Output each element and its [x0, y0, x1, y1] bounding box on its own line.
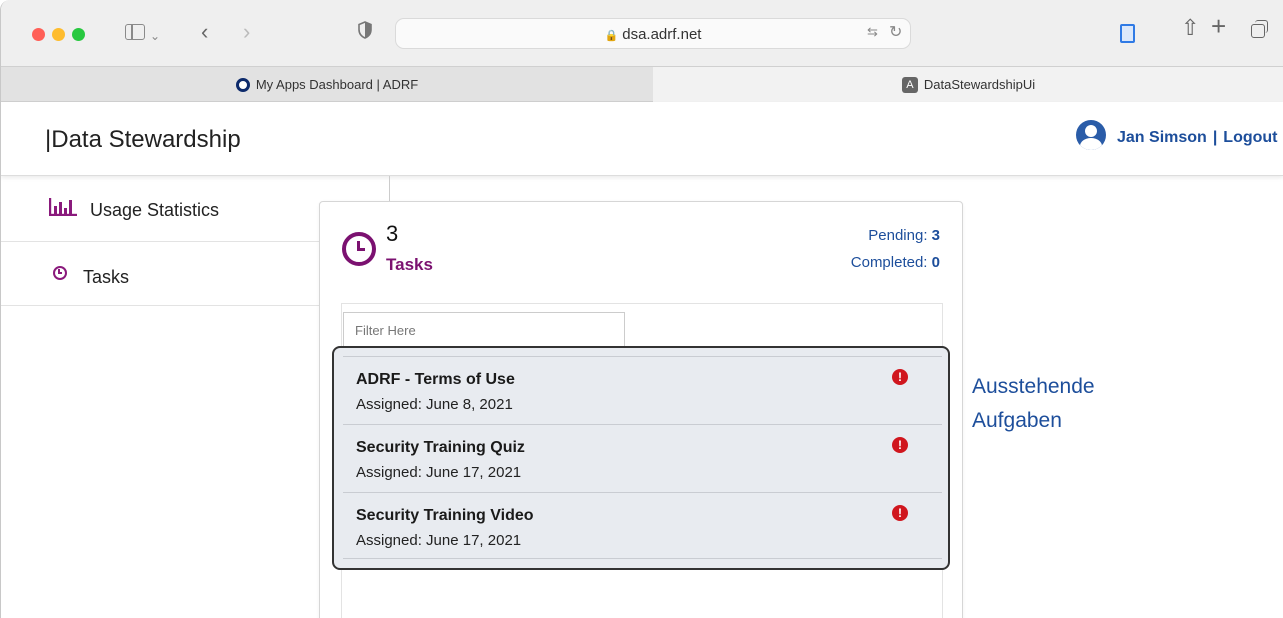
user-menu: Jan Simson | Logout	[1117, 129, 1278, 147]
task-name: Security Training Video	[356, 507, 534, 524]
task-row[interactable]: ADRF - Terms of Use Assigned: June 8, 20…	[343, 356, 942, 423]
browser-window: ⌄ ‹ › 🔒 dsa.adrf.net ⇆ ↻ ⇧ + My Apps Dash…	[0, 0, 1283, 618]
tab-label: DataStewardshipUi	[923, 77, 1036, 92]
completed-value: 0	[931, 254, 940, 271]
zoom-window-button[interactable]	[72, 28, 85, 41]
app-header: |Data Stewardship Jan Simson | Logout	[1, 102, 1283, 176]
task-assigned-date: Assigned: June 17, 2021	[356, 464, 522, 481]
sidebar-item-tasks[interactable]: Tasks	[1, 241, 319, 306]
sidebar-item-label: Usage Statistics	[90, 200, 220, 220]
alert-icon: !	[892, 437, 908, 453]
url-display[interactable]: 🔒 dsa.adrf.net	[396, 26, 910, 43]
reader-icon[interactable]	[1120, 24, 1135, 43]
angular-favicon-icon: A	[901, 76, 918, 93]
address-bar[interactable]: 🔒 dsa.adrf.net ⇆ ↻	[395, 18, 911, 49]
task-assigned-date: Assigned: June 17, 2021	[356, 532, 522, 549]
alert-icon: !	[892, 505, 908, 521]
annotation-line-2: Aufgaben	[972, 409, 1062, 432]
task-row[interactable]: Security Training Video Assigned: June 1…	[343, 492, 942, 559]
annotation-line-1: Ausstehende	[972, 375, 1095, 398]
clock-icon	[342, 232, 376, 266]
reload-icon[interactable]: ↻	[889, 22, 902, 42]
tab-label: My Apps Dashboard | ADRF	[255, 77, 419, 92]
close-window-button[interactable]	[32, 28, 45, 41]
sidebar-toggle-icon[interactable]	[125, 24, 145, 40]
clock-icon	[53, 266, 67, 280]
task-name: ADRF - Terms of Use	[356, 371, 515, 388]
share-icon[interactable]: ⇧	[1181, 17, 1199, 39]
forward-arrow-icon[interactable]: ›	[243, 21, 250, 43]
lock-icon: 🔒	[604, 30, 619, 42]
sidebar-item-label: Tasks	[83, 267, 130, 287]
pending-stat: Pending: 3	[868, 227, 940, 244]
task-assigned-date: Assigned: June 8, 2021	[356, 396, 513, 413]
user-name: Jan Simson	[1117, 129, 1207, 146]
new-tab-plus-icon[interactable]: +	[1211, 13, 1226, 39]
pending-label: Pending:	[868, 227, 928, 244]
back-arrow-icon[interactable]: ‹	[201, 21, 208, 43]
task-count: 3	[386, 221, 399, 246]
url-text: dsa.adrf.net	[622, 26, 702, 43]
task-list: ADRF - Terms of Use Assigned: June 8, 20…	[332, 346, 950, 570]
completed-stat: Completed: 0	[851, 254, 940, 271]
task-row[interactable]: Security Training Quiz Assigned: June 17…	[343, 424, 942, 491]
tab-my-apps-dashboard[interactable]: My Apps Dashboard | ADRF	[1, 67, 654, 102]
user-avatar-icon	[1076, 120, 1106, 150]
pending-value: 3	[931, 227, 940, 244]
minimize-window-button[interactable]	[52, 28, 65, 41]
chevron-down-icon[interactable]: ⌄	[150, 26, 160, 46]
tab-data-stewardship-ui[interactable]: A DataStewardshipUi	[653, 67, 1283, 102]
filter-input[interactable]	[343, 312, 625, 348]
alert-icon: !	[892, 369, 908, 385]
shield-icon[interactable]	[358, 21, 372, 39]
bar-chart-icon	[49, 198, 77, 216]
completed-label: Completed:	[850, 254, 928, 271]
separator: |	[1212, 129, 1218, 146]
divider	[389, 176, 390, 202]
adrf-favicon-icon	[235, 77, 250, 92]
app-title: |Data Stewardship	[45, 126, 241, 153]
browser-toolbar: ⌄ ‹ › 🔒 dsa.adrf.net ⇆ ↻ ⇧ +	[1, 0, 1283, 66]
annotation-label: Ausstehende Aufgaben	[972, 370, 1095, 438]
sidebar-item-usage-statistics[interactable]: Usage Statistics	[1, 176, 319, 242]
task-name: Security Training Quiz	[356, 439, 525, 456]
translate-icon[interactable]: ⇆	[867, 24, 878, 40]
card-title: Tasks	[386, 255, 433, 274]
tab-strip: My Apps Dashboard | ADRF A DataStewardsh…	[1, 66, 1283, 102]
logout-link[interactable]: Logout	[1223, 129, 1277, 146]
tab-overview-icon[interactable]	[1251, 20, 1268, 38]
